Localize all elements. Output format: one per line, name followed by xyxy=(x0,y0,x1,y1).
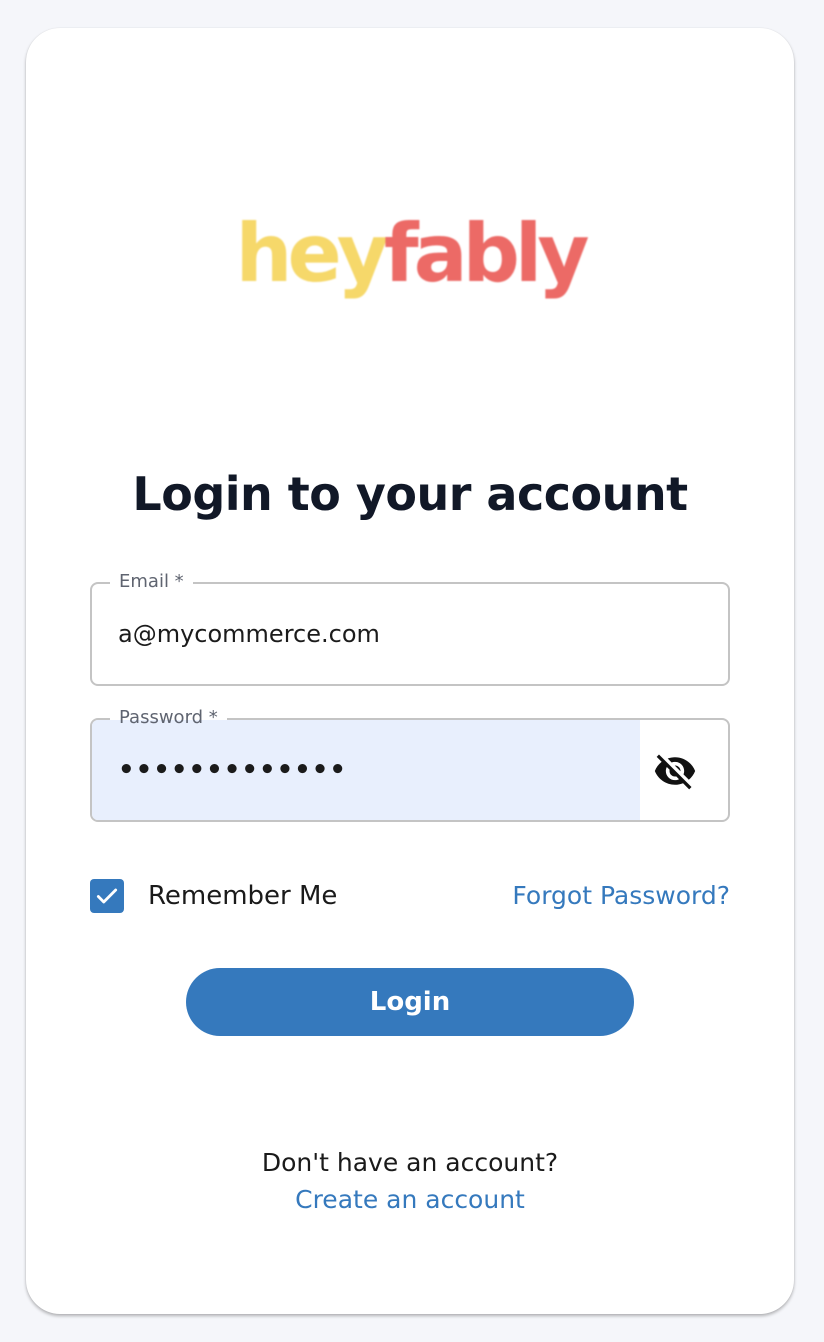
remember-me[interactable]: Remember Me xyxy=(90,876,337,916)
login-card: heyfably Login to your account Email * a… xyxy=(26,28,794,1314)
create-account: Create an account xyxy=(26,1181,794,1219)
page-title: Login to your account xyxy=(132,467,688,521)
brand-logo: heyfably xyxy=(26,204,794,304)
remember-me-label: Remember Me xyxy=(148,881,338,911)
email-input[interactable]: a@mycommerce.com xyxy=(118,584,380,684)
eye-off-icon xyxy=(654,754,696,790)
email-field[interactable]: Email * a@mycommerce.com xyxy=(90,570,730,686)
remember-me-checkbox[interactable] xyxy=(90,879,124,913)
logo-fably: fably xyxy=(383,207,590,300)
create-account-link[interactable]: Create an account xyxy=(295,1185,525,1214)
checkmark-icon xyxy=(96,888,118,904)
toggle-password-visibility-button[interactable] xyxy=(652,748,698,794)
password-input[interactable]: ••••••••••••• xyxy=(118,720,347,820)
password-field[interactable]: Password * ••••••••••••• xyxy=(90,706,730,822)
logo-hey: hey xyxy=(235,207,389,300)
login-button[interactable]: Login xyxy=(186,968,634,1036)
no-account-prompt: Don't have an account? xyxy=(261,1148,559,1177)
forgot-password-link[interactable]: Forgot Password? xyxy=(512,876,730,916)
